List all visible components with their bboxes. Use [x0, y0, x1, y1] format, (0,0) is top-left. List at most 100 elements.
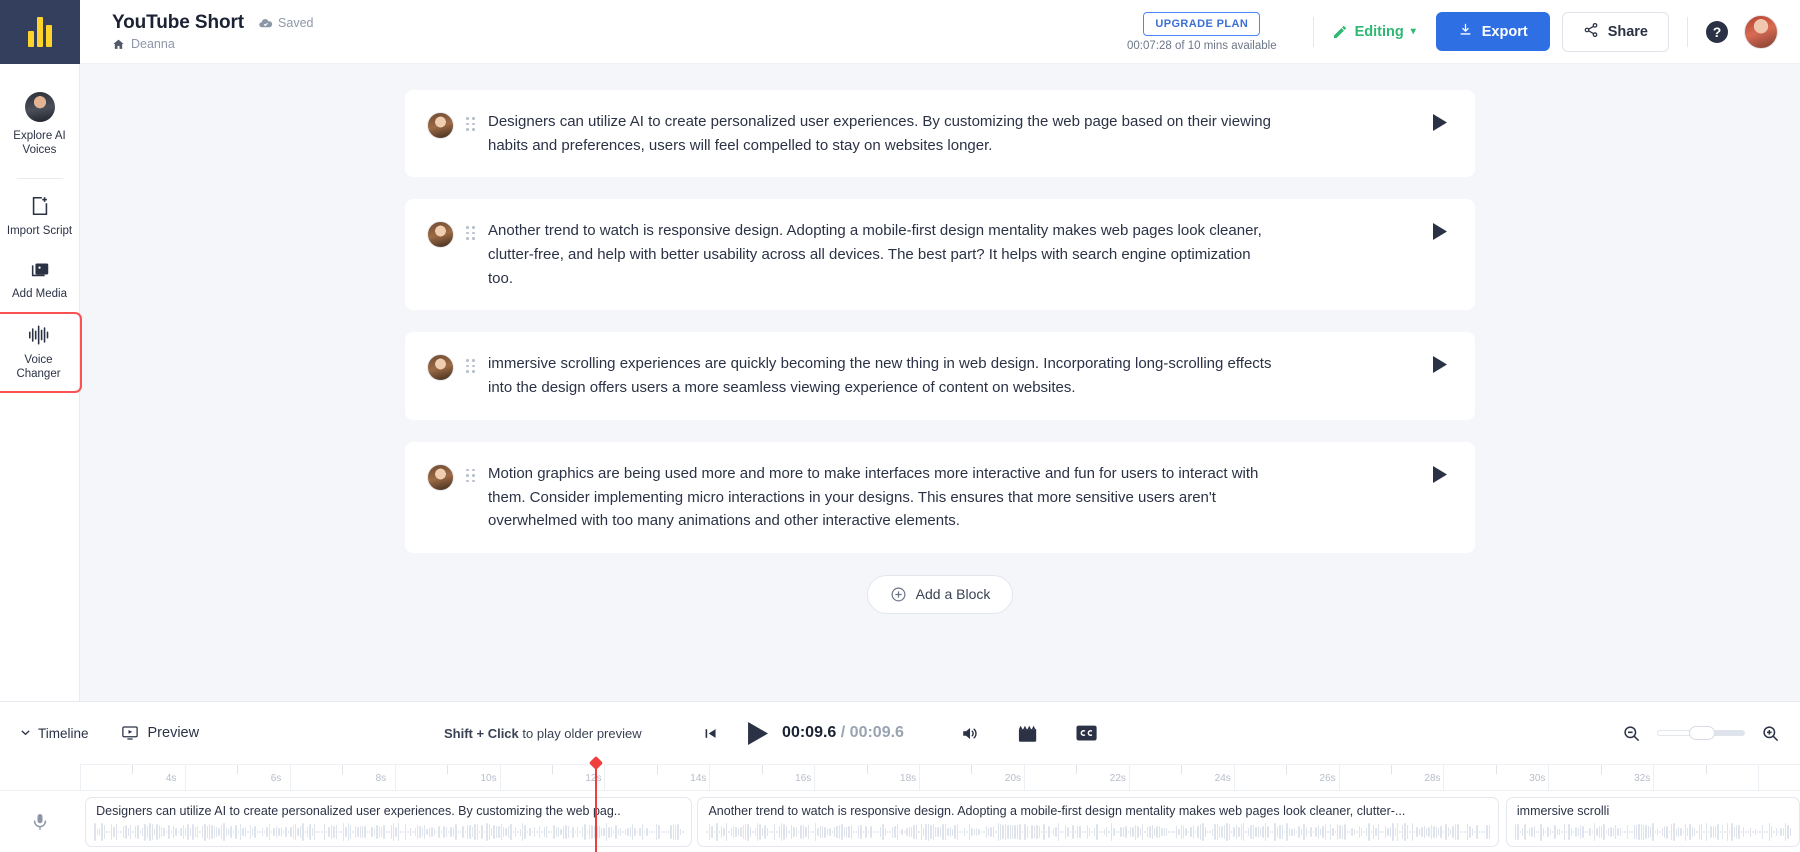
- bottom-panel: Timeline Preview Shift + Click to play o…: [0, 701, 1800, 852]
- ruler-label: 18s: [900, 773, 917, 784]
- share-button[interactable]: Share: [1561, 11, 1669, 52]
- ruler-label: 22s: [1109, 773, 1126, 784]
- script-block[interactable]: immersive scrolling experiences are quic…: [405, 332, 1475, 420]
- ruler-tick: [1128, 765, 1130, 790]
- sidebar-item-import-script[interactable]: Import Script: [0, 185, 80, 248]
- script-block-list: Designers can utilize AI to create perso…: [405, 90, 1475, 553]
- ruler-tick: [1758, 765, 1760, 790]
- skip-to-start-button[interactable]: [703, 726, 718, 741]
- script-block[interactable]: Another trend to watch is responsive des…: [405, 199, 1475, 311]
- script-block-text[interactable]: immersive scrolling experiences are quic…: [488, 352, 1278, 399]
- ruler-tick: [289, 765, 291, 790]
- ruler-tick: [184, 765, 186, 790]
- ruler-tick: [1233, 765, 1235, 790]
- zoom-out-icon[interactable]: [1622, 724, 1641, 743]
- ruler-label: 24s: [1214, 773, 1231, 784]
- upgrade-plan-button[interactable]: UPGRADE PLAN: [1143, 11, 1261, 36]
- script-block-text[interactable]: Designers can utilize AI to create perso…: [488, 110, 1278, 157]
- time-display: 00:09.6 / 00:09.6: [782, 724, 904, 742]
- add-block-button[interactable]: Add a Block: [866, 574, 1014, 614]
- ruler-subtick: [1495, 765, 1497, 774]
- title-block: YouTube Short Saved Deanna: [112, 12, 314, 51]
- export-button[interactable]: Export: [1435, 12, 1550, 51]
- hint-bold: Shift + Click: [444, 725, 519, 741]
- drag-handle-icon[interactable]: [466, 226, 476, 240]
- ruler-subtick: [761, 765, 763, 774]
- ruler-tick: [814, 765, 816, 790]
- ruler-tick: [394, 765, 396, 790]
- ruler-label: 26s: [1319, 773, 1336, 784]
- current-time: 00:09.6: [782, 724, 837, 741]
- avatar-icon: [427, 221, 454, 249]
- ruler-tick: [709, 765, 711, 790]
- timeline-clip[interactable]: Another trend to watch is responsive des…: [697, 797, 1499, 847]
- preview-button[interactable]: Preview: [121, 724, 200, 742]
- drag-handle-icon[interactable]: [466, 117, 476, 131]
- script-block[interactable]: Designers can utilize AI to create perso…: [405, 90, 1475, 178]
- ruler-tick: [1338, 765, 1340, 790]
- chevron-down-icon: ▾: [1410, 26, 1416, 37]
- ruler-tick: [1443, 765, 1445, 790]
- drag-handle-icon[interactable]: [466, 359, 476, 373]
- timeline-toggle[interactable]: Timeline: [20, 726, 89, 741]
- zoom-slider-knob[interactable]: [1688, 726, 1715, 740]
- ruler-subtick: [1181, 765, 1183, 774]
- ruler-label: 10s: [480, 773, 497, 784]
- timeline-clip-label: immersive scrolli: [1516, 804, 1610, 818]
- timeline-clip[interactable]: Designers can utilize AI to create perso…: [85, 797, 693, 847]
- drag-handle-icon[interactable]: [466, 468, 476, 483]
- playback-control-row: Timeline Preview Shift + Click to play o…: [0, 702, 1800, 764]
- script-block-text[interactable]: Motion graphics are being used more and …: [488, 462, 1278, 533]
- ruler-label: 12s: [585, 773, 602, 784]
- ruler-label: 20s: [1004, 773, 1022, 784]
- plan-box: UPGRADE PLAN 00:07:28 of 10 mins availab…: [1127, 11, 1277, 52]
- clapperboard-icon[interactable]: [1017, 724, 1038, 743]
- volume-button[interactable]: [960, 724, 979, 743]
- logo-icon: [28, 17, 52, 47]
- breadcrumb[interactable]: Deanna: [112, 37, 314, 51]
- play-block-button[interactable]: [1413, 352, 1457, 374]
- audio-track[interactable]: Designers can utilize AI to create perso…: [80, 791, 1800, 852]
- preview-label: Preview: [147, 725, 200, 741]
- help-icon[interactable]: ?: [1706, 20, 1728, 43]
- play-button[interactable]: [748, 721, 769, 745]
- saved-label: Saved: [278, 16, 314, 30]
- waveform: [706, 823, 1490, 841]
- left-sidebar: Explore AI Voices Import Script Add Medi…: [0, 64, 82, 701]
- play-block-button[interactable]: [1413, 462, 1457, 483]
- play-block-button[interactable]: [1413, 219, 1457, 241]
- time-separator: /: [840, 724, 846, 741]
- home-icon: [112, 38, 125, 51]
- timeline-clip-label: Another trend to watch is responsive des…: [708, 804, 1406, 818]
- ruler-subtick: [342, 765, 344, 774]
- ruler-subtick: [866, 765, 868, 774]
- waveform: [94, 823, 684, 841]
- ruler-subtick: [1286, 765, 1288, 774]
- ruler-subtick: [971, 765, 973, 774]
- user-avatar[interactable]: [1744, 14, 1778, 49]
- mic-track-icon[interactable]: [0, 791, 80, 852]
- zoom-in-icon[interactable]: [1761, 724, 1780, 743]
- script-block-text[interactable]: Another trend to watch is responsive des…: [488, 219, 1278, 290]
- timeline-ruler[interactable]: 2s4s6s8s10s12s14s16s18s20s22s24s26s28s30…: [80, 764, 1800, 790]
- ruler-tick: [604, 765, 606, 790]
- ruler-subtick: [656, 765, 658, 774]
- ruler-label: 30s: [1529, 773, 1546, 784]
- script-block[interactable]: Motion graphics are being used more and …: [405, 441, 1475, 553]
- ruler-label: 8s: [375, 773, 387, 784]
- play-block-button[interactable]: [1413, 110, 1457, 131]
- captions-button[interactable]: [1076, 725, 1097, 741]
- timeline-clip[interactable]: immersive scrolli: [1505, 797, 1800, 847]
- ruler-subtick: [237, 765, 239, 774]
- zoom-slider[interactable]: [1657, 726, 1745, 740]
- timeline-clip-label: Designers can utilize AI to create perso…: [96, 804, 621, 818]
- ruler-subtick: [1076, 765, 1078, 774]
- sidebar-item-voice-changer[interactable]: Voice Changer: [0, 311, 82, 394]
- ruler-subtick: [132, 765, 134, 774]
- app-logo[interactable]: [0, 0, 80, 64]
- sidebar-item-add-media[interactable]: Add Media: [0, 248, 80, 311]
- sidebar-item-explore-ai-voices[interactable]: Explore AI Voices: [0, 82, 80, 168]
- editing-mode-dropdown[interactable]: Editing ▾: [1332, 24, 1416, 40]
- ruler-subtick: [1600, 765, 1602, 774]
- cloud-check-icon: [258, 16, 273, 31]
